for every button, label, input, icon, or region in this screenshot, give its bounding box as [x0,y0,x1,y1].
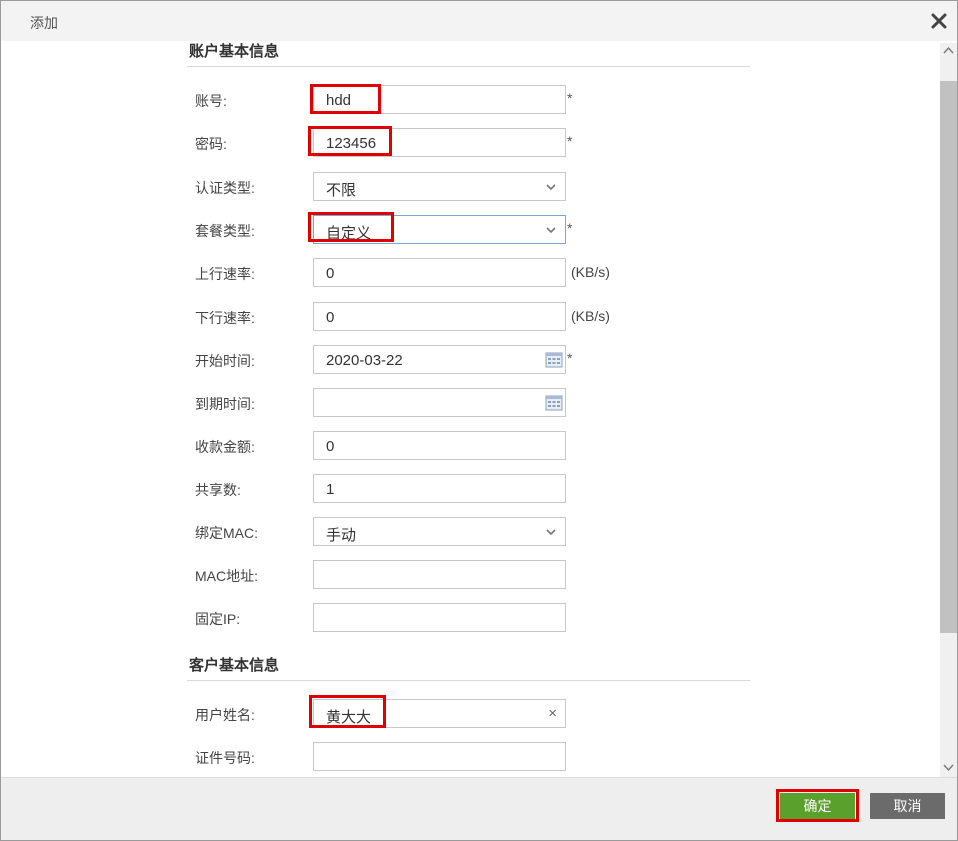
form-row-download-rate: 下行速率: 0 (KB/s) [1,302,941,332]
dialog-body[interactable]: 账户基本信息 账号: hdd * 密码: 123456 * 认证类型: 不限 套… [1,41,957,777]
user-name-input[interactable]: 黄大大 × [313,699,566,728]
fixed-ip-input[interactable] [313,603,566,632]
expire-time-label: 到期时间: [195,396,255,412]
calendar-icon[interactable] [545,395,563,411]
package-type-select[interactable]: 自定义 [313,215,566,244]
id-number-input[interactable] [313,742,566,771]
share-count-label: 共享数: [195,482,241,498]
start-time-input[interactable]: 2020-03-22 [313,345,566,374]
vertical-scrollbar[interactable] [940,43,957,777]
required-mark: * [567,220,573,236]
dialog-titlebar: 添加 [1,1,957,41]
form-row-upload-rate: 上行速率: 0 (KB/s) [1,258,941,288]
form-row-account: 账号: hdd * [1,85,941,115]
scroll-down-icon[interactable] [943,763,954,772]
required-mark: * [567,90,573,106]
confirm-button[interactable]: 确定 [780,793,855,819]
auth-type-value: 不限 [326,182,357,199]
upload-rate-value: 0 [326,265,335,282]
account-value: hdd [326,92,352,109]
form-row-expire-time: 到期时间: [1,388,941,418]
amount-input[interactable]: 0 [313,431,566,460]
required-mark: * [567,133,573,149]
cancel-button[interactable]: 取消 [870,793,945,819]
close-button[interactable] [925,7,953,35]
bind-mac-label: 绑定MAC: [195,525,258,541]
close-icon [931,13,947,29]
upload-rate-unit: (KB/s) [571,264,610,280]
share-count-input[interactable]: 1 [313,474,566,503]
amount-label: 收款金额: [195,439,255,455]
clear-icon[interactable]: × [548,705,557,722]
package-type-label: 套餐类型: [195,223,255,239]
section-divider [187,680,750,681]
account-input[interactable]: hdd [313,85,566,114]
form-row-auth-type: 认证类型: 不限 [1,172,941,202]
start-time-label: 开始时间: [195,353,255,369]
amount-value: 0 [326,438,335,455]
password-value: 123456 [326,135,377,152]
chevron-down-icon [546,529,556,536]
password-label: 密码: [195,136,227,152]
package-type-value: 自定义 [326,225,372,242]
download-rate-unit: (KB/s) [571,308,610,324]
form-row-mac-address: MAC地址: [1,560,941,590]
fixed-ip-label: 固定IP: [195,611,241,627]
auth-type-label: 认证类型: [195,180,255,196]
section-divider [187,66,750,67]
id-number-label: 证件号码: [195,750,255,766]
form-row-share-count: 共享数: 1 [1,474,941,504]
scroll-up-icon[interactable] [943,46,954,55]
mac-address-input[interactable] [313,560,566,589]
share-count-value: 1 [326,481,335,498]
form-row-id-number: 证件号码: [1,742,941,772]
mac-address-label: MAC地址: [195,568,258,584]
form-row-password: 密码: 123456 * [1,128,941,158]
download-rate-value: 0 [326,309,335,326]
start-time-value: 2020-03-22 [326,352,403,369]
user-name-value: 黄大大 [326,709,372,726]
chevron-down-icon [546,184,556,191]
upload-rate-label: 上行速率: [195,266,255,282]
section-title-customer: 客户基本信息 [189,657,280,674]
add-dialog: 添加 账户基本信息 账号: hdd * 密码: 123456 * 认证类型: 不… [0,0,958,841]
dialog-footer: 确定 取消 [1,777,957,840]
download-rate-label: 下行速率: [195,310,255,326]
bind-mac-select[interactable]: 手动 [313,517,566,546]
bind-mac-value: 手动 [326,527,357,544]
section-title-account: 账户基本信息 [189,43,280,60]
dialog-title: 添加 [30,15,58,31]
required-mark: * [567,350,573,366]
expire-time-input[interactable] [313,388,566,417]
form-row-bind-mac: 绑定MAC: 手动 [1,517,941,547]
form-row-user-name: 用户姓名: 黄大大 × [1,699,941,729]
auth-type-select[interactable]: 不限 [313,172,566,201]
form-row-amount: 收款金额: 0 [1,431,941,461]
form-row-start-time: 开始时间: 2020-03-22 * [1,345,941,375]
scrollbar-thumb[interactable] [940,81,957,633]
upload-rate-input[interactable]: 0 [313,258,566,287]
password-input[interactable]: 123456 [313,128,566,157]
user-name-label: 用户姓名: [195,707,255,723]
account-label: 账号: [195,93,227,109]
form-row-package-type: 套餐类型: 自定义 * [1,215,941,245]
download-rate-input[interactable]: 0 [313,302,566,331]
calendar-icon[interactable] [545,352,563,368]
form-row-fixed-ip: 固定IP: [1,603,941,633]
chevron-down-icon [546,227,556,234]
